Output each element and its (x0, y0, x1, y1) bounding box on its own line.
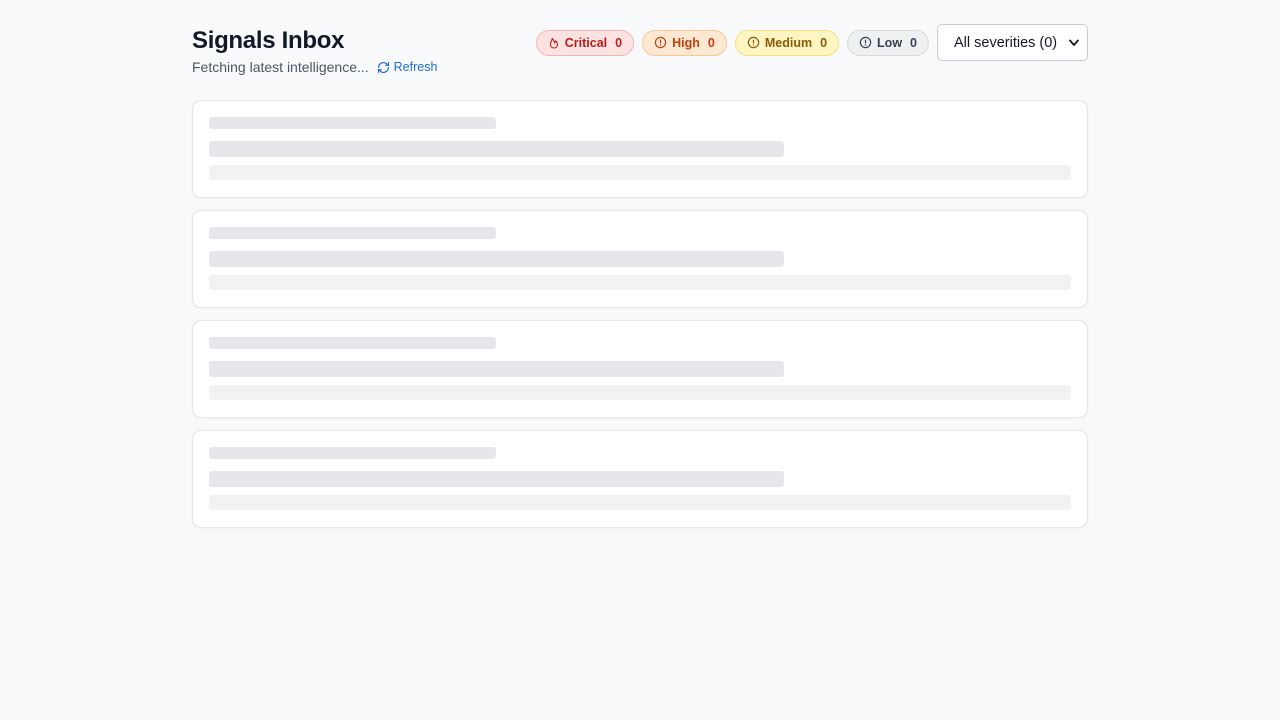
badge-count: 0 (707, 35, 715, 50)
signal-card-skeleton (192, 430, 1088, 528)
badge-count: 0 (910, 35, 917, 50)
skeleton-line-long (209, 495, 1071, 510)
skeleton-line-short (209, 227, 496, 239)
alert-circle-icon (654, 36, 667, 49)
signal-card-skeleton (192, 210, 1088, 308)
page-title: Signals Inbox (192, 27, 345, 54)
severity-filter-select[interactable]: All severities (0) (937, 24, 1088, 61)
skeleton-line-medium (209, 361, 784, 377)
skeleton-line-short (209, 337, 496, 349)
refresh-button[interactable]: Refresh (377, 58, 438, 76)
status-row: Fetching latest intelligence... Refresh (192, 58, 437, 76)
badge-label: High (672, 35, 700, 50)
loading-status-text: Fetching latest intelligence... (192, 59, 369, 75)
signal-card-skeleton (192, 100, 1088, 198)
signals-inbox-page: Signals Inbox Fetching latest intelligen… (192, 24, 1088, 540)
badge-count: 0 (615, 35, 623, 50)
severity-badge-medium[interactable]: Medium 0 (734, 29, 840, 56)
severity-badge-critical[interactable]: Critical 0 (535, 29, 635, 56)
badge-count: 0 (820, 35, 828, 50)
header-controls: Critical 0 High 0 Medium 0 Low 0 All sev… (535, 24, 1088, 61)
skeleton-line-medium (209, 471, 784, 487)
severity-badge-high[interactable]: High 0 (642, 29, 727, 56)
badge-label: Critical (564, 35, 608, 50)
page-header: Signals Inbox Fetching latest intelligen… (192, 24, 1088, 76)
alert-circle-icon (747, 36, 760, 49)
signal-card-skeleton (192, 320, 1088, 418)
severity-filter-value: All severities (0) (954, 34, 1058, 51)
refresh-icon (377, 61, 389, 73)
flame-icon (549, 37, 558, 49)
refresh-label: Refresh (393, 60, 438, 74)
skeleton-line-medium (209, 251, 784, 267)
skeleton-line-long (209, 275, 1071, 290)
skeleton-line-short (209, 447, 496, 459)
title-block: Signals Inbox Fetching latest intelligen… (192, 24, 437, 76)
skeleton-line-medium (209, 141, 784, 157)
badge-label: Medium (764, 35, 813, 50)
skeleton-line-long (209, 385, 1071, 400)
alert-circle-icon (859, 36, 872, 49)
skeleton-line-long (209, 165, 1071, 180)
severity-badge-low[interactable]: Low 0 (847, 29, 929, 56)
skeleton-line-short (209, 117, 496, 129)
signals-list (192, 100, 1088, 528)
badge-label: Low (877, 35, 903, 50)
chevron-down-icon (1069, 39, 1079, 46)
